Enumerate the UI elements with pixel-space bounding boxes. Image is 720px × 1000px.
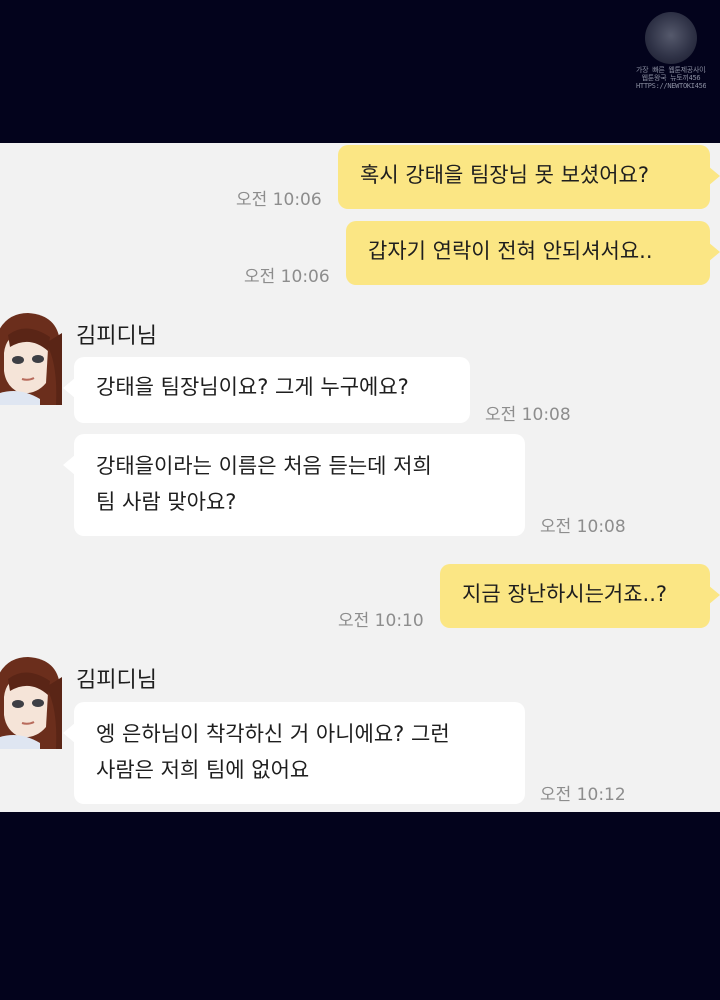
my-message-bubble[interactable]: 갑자기 연락이 전혀 안되셔서요.. [346,221,720,285]
avatar[interactable] [0,657,62,749]
message-text: 지금 장난하시는거죠..? [462,582,668,606]
message-time: 오전 10:06 [244,267,330,287]
watermark-logo-icon [645,12,697,64]
message-text: 강태을 팀장님이요? 그게 누구에요? [96,375,409,399]
sender-name: 김피디님 [76,668,157,693]
their-message-bubble[interactable]: 강태을이라는 이름은 처음 듣는데 저희 팀 사람 맞아요? [63,434,525,536]
watermark-text: 가장 빠른 웹툰제공사이트 웹툰왕국 뉴토끼456 HTTPS://NEWTOK… [636,66,706,90]
message-text: 갑자기 연락이 전혀 안되셔서요.. [368,239,653,263]
my-message-bubble[interactable]: 지금 장난하시는거죠..? [440,564,720,628]
watermark: 가장 빠른 웹툰제공사이트 웹툰왕국 뉴토끼456 HTTPS://NEWTOK… [636,12,706,98]
message-text-line: 사람은 저희 팀에 없어요 [96,758,310,782]
message-text-line: 강태을이라는 이름은 처음 듣는데 저희 [96,454,432,478]
chat-panel: 혹시 강태을 팀장님 못 보셨어요? 오전 10:06 갑자기 연락이 전혀 안… [0,143,720,812]
watermark-line-2: 웹툰왕국 뉴토끼456 [641,74,701,82]
watermark-line-3: HTTPS://NEWTOKI456.COM [636,82,706,90]
avatar-portrait-icon [0,657,62,749]
message-time: 오전 10:08 [540,517,626,537]
message-time: 오전 10:10 [338,611,424,631]
their-message-bubble[interactable]: 엥 은하님이 착각하신 거 아니에요? 그런 사람은 저희 팀에 없어요 [63,702,525,804]
message-time: 오전 10:06 [236,190,322,210]
avatar-portrait-icon [0,313,62,405]
watermark-line-1: 가장 빠른 웹툰제공사이트 [636,66,706,74]
message-text-line: 엥 은하님이 착각하신 거 아니에요? 그런 [96,722,450,746]
my-message-bubble[interactable]: 혹시 강태을 팀장님 못 보셨어요? [338,145,720,209]
message-text-line: 팀 사람 맞아요? [96,490,237,514]
message-time: 오전 10:08 [485,405,571,425]
avatar[interactable] [0,313,62,405]
message-time: 오전 10:12 [540,785,626,805]
sender-name: 김피디님 [76,324,157,349]
their-message-bubble[interactable]: 강태을 팀장님이요? 그게 누구에요? [63,357,470,423]
message-text: 혹시 강태을 팀장님 못 보셨어요? [360,163,650,187]
